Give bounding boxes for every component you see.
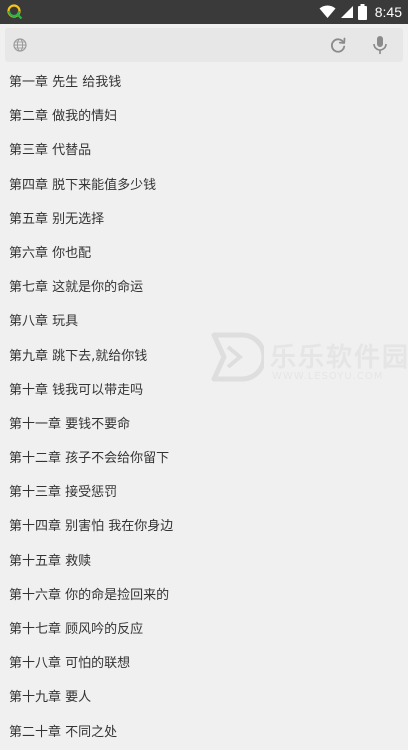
- chapter-item[interactable]: 第十六章 你的命是捡回来的: [0, 579, 408, 613]
- wifi-icon: [319, 5, 336, 18]
- globe-icon: [13, 38, 27, 52]
- chapter-item[interactable]: 第十一章 要钱不要命: [0, 408, 408, 442]
- search-area: [0, 24, 408, 66]
- chapter-item[interactable]: 第十二章 孩子不会给你留下: [0, 442, 408, 476]
- microphone-icon[interactable]: [371, 35, 389, 55]
- chapter-item[interactable]: 第七章 这就是你的命运: [0, 271, 408, 305]
- chapter-item[interactable]: 第四章 脱下来能值多少钱: [0, 169, 408, 203]
- chapter-item[interactable]: 第十七章 顾风吟的反应: [0, 613, 408, 647]
- chapter-item[interactable]: 第二章 做我的情妇: [0, 100, 408, 134]
- battery-icon: [357, 4, 367, 20]
- status-time: 8:45: [374, 4, 402, 20]
- search-box[interactable]: [5, 28, 403, 62]
- app-icon: [7, 4, 23, 20]
- chapter-list: 第一章 先生 给我钱 第二章 做我的情妇 第三章 代替品 第四章 脱下来能值多少…: [0, 66, 408, 750]
- chapter-item[interactable]: 第五章 别无选择: [0, 203, 408, 237]
- signal-icon: [340, 6, 353, 18]
- chapter-item[interactable]: 第二十章 不同之处: [0, 716, 408, 750]
- url-input[interactable]: [35, 32, 315, 58]
- chapter-item[interactable]: 第六章 你也配: [0, 237, 408, 271]
- chapter-item[interactable]: 第十九章 要人: [0, 681, 408, 715]
- watermark-url: WWW.LESOYU.COM: [272, 371, 384, 382]
- chapter-item[interactable]: 第十五章 救赎: [0, 545, 408, 579]
- chapter-item[interactable]: 第十三章 接受惩罚: [0, 476, 408, 510]
- chapter-item[interactable]: 第十八章 可怕的联想: [0, 647, 408, 681]
- status-bar: 8:45: [0, 0, 408, 24]
- watermark-logo-icon: [211, 332, 264, 382]
- watermark: 乐乐软件园 WWW.LESOYU.COM: [208, 325, 408, 395]
- chapter-item[interactable]: 第三章 代替品: [0, 134, 408, 168]
- chapter-item[interactable]: 第一章 先生 给我钱: [0, 66, 408, 100]
- refresh-icon[interactable]: [329, 36, 347, 54]
- watermark-text: 乐乐软件园: [270, 343, 408, 373]
- chapter-item[interactable]: 第十四章 别害怕 我在你身边: [0, 510, 408, 544]
